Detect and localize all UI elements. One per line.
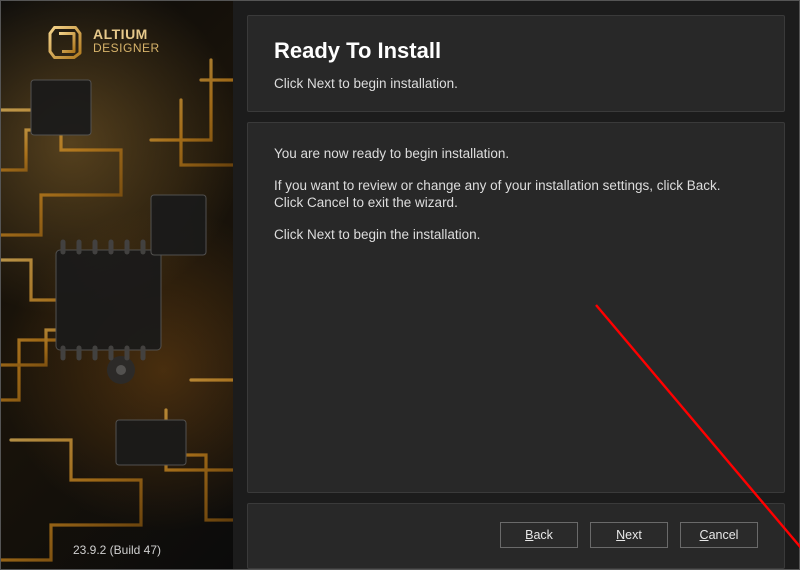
body-card: You are now ready to begin installation.… — [247, 122, 785, 493]
product-logo-text: ALTIUM DESIGNER — [93, 27, 160, 54]
product-logo: ALTIUM DESIGNER — [47, 23, 160, 59]
wizard-buttons: Back Next Cancel — [247, 503, 785, 569]
version-label: 23.9.2 (Build 47) — [1, 543, 233, 557]
cancel-button[interactable]: Cancel — [680, 522, 758, 548]
pcb-art — [1, 1, 233, 569]
branding-panel: ALTIUM DESIGNER 23.9.2 (Build 47) — [1, 1, 233, 569]
brand-top: ALTIUM — [93, 26, 148, 42]
altium-logo-icon — [47, 23, 83, 59]
header-card: Ready To Install Click Next to begin ins… — [247, 15, 785, 112]
page-title: Ready To Install — [274, 38, 758, 64]
next-button[interactable]: Next — [590, 522, 668, 548]
back-button[interactable]: Back — [500, 522, 578, 548]
body-text-2: If you want to review or change any of y… — [274, 177, 758, 212]
installer-window: ALTIUM DESIGNER 23.9.2 (Build 47) Ready … — [0, 0, 800, 570]
brand-bottom: DESIGNER — [93, 42, 160, 55]
body-text-3: Click Next to begin the installation. — [274, 226, 758, 244]
body-text-1: You are now ready to begin installation. — [274, 145, 758, 163]
content-panel: Ready To Install Click Next to begin ins… — [233, 1, 799, 569]
page-subtitle: Click Next to begin installation. — [274, 76, 758, 91]
